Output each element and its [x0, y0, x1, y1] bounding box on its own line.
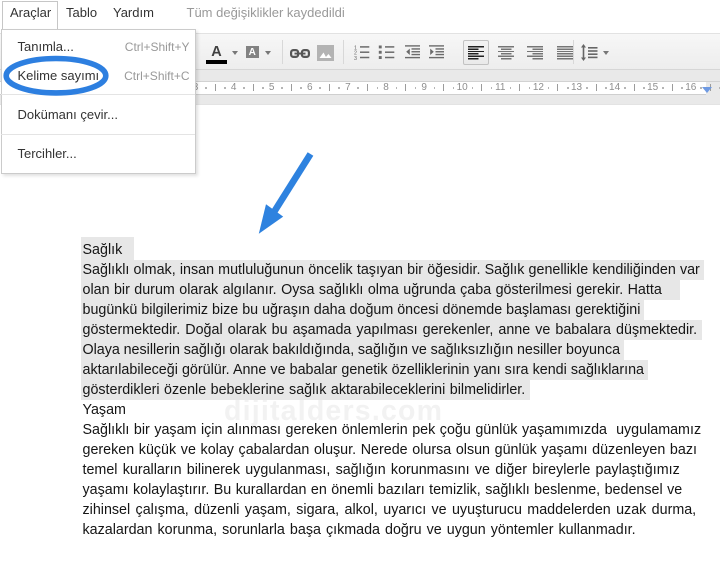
- svg-text:3: 3: [354, 56, 357, 60]
